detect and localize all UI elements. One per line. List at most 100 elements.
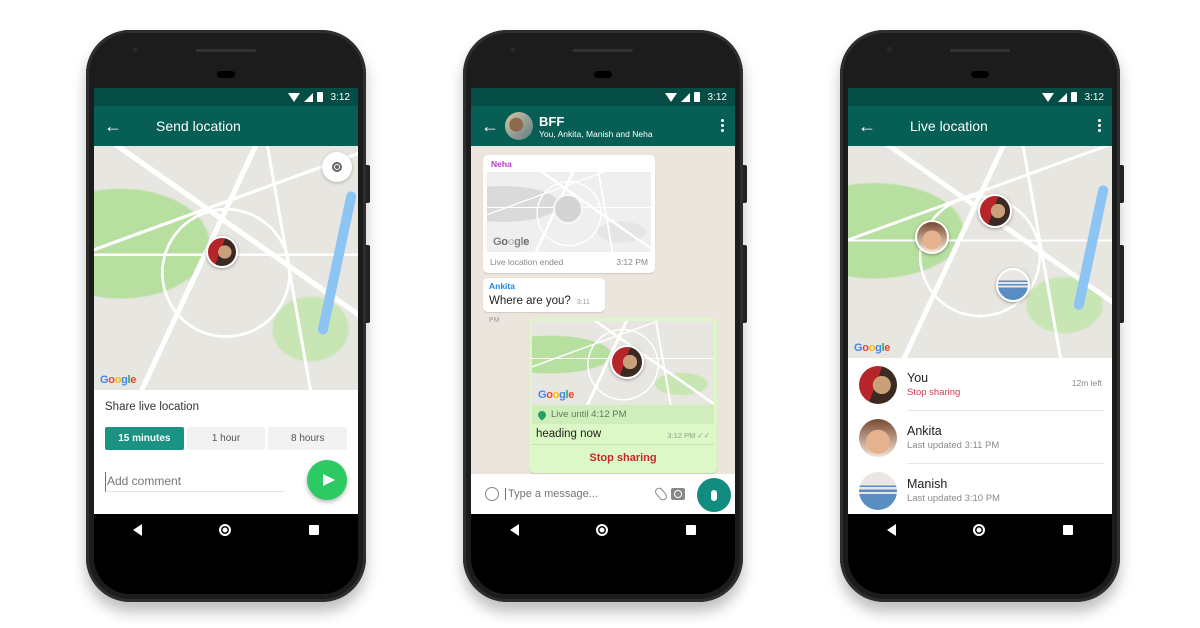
- phone-live-location: 3:12 ← Live location Google You Stop sha…: [840, 30, 1124, 602]
- phone-send-location: 3:12 ← Send location Google Share live l…: [86, 30, 370, 602]
- battery-icon: [1070, 92, 1077, 102]
- google-logo: Google: [493, 236, 530, 248]
- chat-title: BFF: [539, 113, 565, 129]
- status-bar: 3:12: [848, 88, 1112, 106]
- message-location-neha[interactable]: Neha Google Live location ended 3:12 PM: [483, 155, 655, 273]
- location-marker-you[interactable]: [978, 194, 1012, 228]
- earpiece-speaker: [196, 49, 256, 52]
- nav-back-icon[interactable]: [509, 524, 519, 536]
- screen: 3:12 ← BFF You, Ankita, Manish and Neha …: [471, 88, 735, 514]
- map-view[interactable]: Google: [848, 146, 1112, 358]
- message-input[interactable]: [505, 488, 651, 500]
- volume-button: [1120, 245, 1124, 323]
- app-bar: ← Live location: [848, 106, 1112, 146]
- message-text-ankita[interactable]: Ankita Where are you? 3:11 PM: [483, 278, 605, 324]
- chat-header[interactable]: BFF You, Ankita, Manish and Neha: [539, 114, 653, 139]
- proximity-sensor: [971, 71, 989, 78]
- nav-recents-icon[interactable]: [309, 525, 320, 535]
- power-button: [743, 165, 747, 203]
- proximity-sensor: [594, 71, 612, 78]
- front-camera: [133, 47, 138, 52]
- nav-home-icon[interactable]: [973, 524, 986, 536]
- comment-row: [94, 450, 358, 500]
- message-composer: [477, 478, 693, 510]
- duration-selector: 15 minutes 1 hour 8 hours: [94, 413, 358, 450]
- duration-8-hours[interactable]: 8 hours: [268, 427, 348, 450]
- microphone-icon: [711, 489, 717, 501]
- participants-list: You Stop sharing 12m left Ankita Last up…: [848, 358, 1112, 514]
- participant-row[interactable]: Ankita Last updated 3:11 PM: [859, 411, 1112, 464]
- page-title: Send location: [156, 118, 241, 134]
- location-marker-ankita[interactable]: [915, 220, 949, 254]
- more-options-icon[interactable]: [1096, 117, 1102, 134]
- android-nav-bar: [94, 514, 358, 546]
- location-preview-map[interactable]: Google: [487, 172, 651, 252]
- emoji-icon[interactable]: [485, 487, 499, 501]
- google-logo: Google: [100, 374, 137, 386]
- proximity-sensor: [217, 71, 235, 78]
- share-live-location-label: Share live location: [105, 401, 199, 413]
- message-sender: Ankita: [489, 281, 515, 291]
- stop-sharing-link[interactable]: Stop sharing: [907, 387, 1104, 398]
- nav-recents-icon[interactable]: [1063, 525, 1074, 535]
- live-location-map[interactable]: Google: [532, 321, 714, 405]
- participant-row[interactable]: Manish Last updated 3:10 PM: [859, 464, 1112, 514]
- river: [1073, 184, 1110, 311]
- page-title: Live location: [910, 118, 988, 134]
- participant-name: Manish: [907, 477, 948, 491]
- live-until-bar: Live until 4:12 PM: [532, 405, 714, 424]
- location-status: Live location ended: [490, 257, 564, 267]
- wifi-icon: [1041, 92, 1054, 102]
- more-options-icon[interactable]: [719, 117, 725, 134]
- voice-message-button[interactable]: [697, 478, 731, 512]
- nav-home-icon[interactable]: [596, 524, 609, 536]
- live-until-text: Live until 4:12 PM: [551, 409, 627, 420]
- map-view[interactable]: Google: [94, 146, 358, 390]
- earpiece-speaker: [950, 49, 1010, 52]
- message-text: Where are you?: [489, 295, 571, 307]
- front-camera: [887, 47, 892, 52]
- wifi-icon: [664, 92, 677, 102]
- stop-sharing-button[interactable]: Stop sharing: [532, 445, 714, 464]
- chat-messages: Neha Google Live location ended 3:12 PM …: [471, 146, 735, 512]
- nav-home-icon[interactable]: [219, 524, 232, 536]
- my-location-button[interactable]: [322, 152, 352, 182]
- location-marker-manish[interactable]: [996, 268, 1030, 302]
- power-button: [366, 165, 370, 203]
- back-arrow-icon[interactable]: ←: [104, 116, 134, 137]
- double-check-icon: ✓✓: [697, 431, 710, 440]
- message-time: 3:12 PM: [667, 431, 696, 440]
- screen: 3:12 ← Live location Google You Stop sha…: [848, 88, 1112, 514]
- attach-icon[interactable]: [653, 486, 669, 502]
- nav-recents-icon[interactable]: [686, 525, 697, 535]
- avatar: [859, 418, 897, 457]
- user-location-marker[interactable]: [206, 236, 238, 268]
- camera-icon[interactable]: [671, 488, 685, 500]
- message-live-location-outgoing[interactable]: Google Live until 4:12 PM heading now 3:…: [529, 318, 717, 473]
- chat-members: You, Ankita, Manish and Neha: [539, 128, 653, 139]
- back-arrow-icon[interactable]: ←: [481, 116, 499, 137]
- send-icon: [322, 474, 335, 486]
- volume-button: [743, 245, 747, 323]
- participant-name: Ankita: [907, 423, 942, 438]
- participant-row[interactable]: You Stop sharing 12m left: [859, 358, 1112, 411]
- volume-button: [366, 245, 370, 323]
- google-logo: Google: [854, 342, 891, 354]
- group-avatar[interactable]: [505, 112, 533, 140]
- send-button[interactable]: [307, 460, 347, 500]
- app-bar: ← BFF You, Ankita, Manish and Neha: [471, 106, 735, 146]
- duration-1-hour[interactable]: 1 hour: [186, 427, 266, 450]
- phone-chat: 3:12 ← BFF You, Ankita, Manish and Neha …: [463, 30, 747, 602]
- earpiece-speaker: [573, 49, 633, 52]
- app-bar: ← Send location: [94, 106, 358, 146]
- ended-location-marker: [553, 194, 583, 224]
- status-bar: 3:12: [94, 88, 358, 106]
- duration-15-minutes[interactable]: 15 minutes: [105, 427, 184, 450]
- screen: 3:12 ← Send location Google Share live l…: [94, 88, 358, 514]
- nav-back-icon[interactable]: [886, 524, 896, 536]
- add-comment-input[interactable]: [105, 472, 285, 492]
- battery-icon: [693, 92, 700, 102]
- back-arrow-icon[interactable]: ←: [858, 116, 888, 137]
- nav-back-icon[interactable]: [132, 524, 142, 536]
- time-remaining: 12m left: [1071, 378, 1102, 388]
